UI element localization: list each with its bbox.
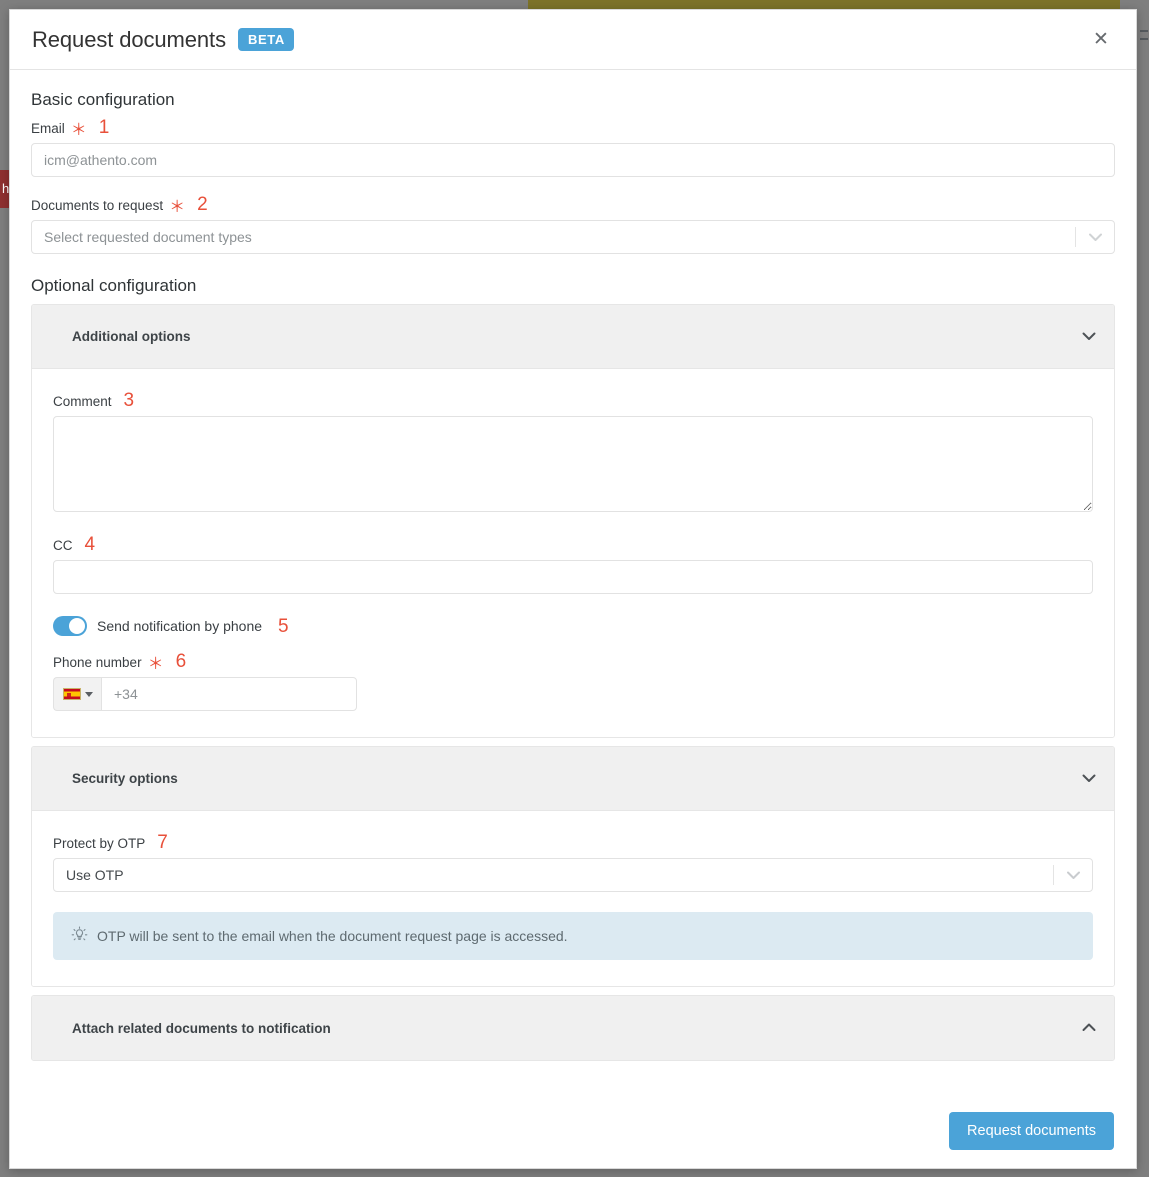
- attach-related-documents-header[interactable]: Attach related documents to notification: [32, 996, 1114, 1060]
- documents-field-group: Documents to request ＊ 2 Select requeste…: [31, 195, 1115, 254]
- security-options-title: Security options: [72, 771, 178, 786]
- spain-flag-icon: [63, 688, 81, 700]
- annotation-2: 2: [197, 195, 208, 214]
- send-notification-by-phone-row: Send notification by phone 5: [53, 616, 1093, 636]
- send-notification-toggle[interactable]: [53, 616, 87, 636]
- email-input[interactable]: [31, 143, 1115, 177]
- request-documents-button[interactable]: Request documents: [949, 1112, 1114, 1150]
- annotation-4: 4: [85, 535, 96, 554]
- additional-options-body: Comment 3 CC 4: [32, 369, 1114, 737]
- request-documents-modal: Request documents BETA ✕ Basic configura…: [9, 9, 1137, 1169]
- security-options-header[interactable]: Security options: [32, 747, 1114, 811]
- comment-field-group: Comment 3: [53, 391, 1093, 517]
- attach-related-documents-panel: Attach related documents to notification: [31, 995, 1115, 1061]
- chevron-up-icon: [1082, 1019, 1096, 1037]
- screen: h Request documents BETA ✕ Basic configu…: [0, 0, 1149, 1177]
- chevron-down-icon: [1082, 770, 1096, 788]
- modal-header: Request documents BETA ✕: [10, 10, 1136, 70]
- protect-by-otp-selected-value: Use OTP: [66, 867, 1053, 883]
- annotation-7: 7: [157, 833, 168, 852]
- cc-input[interactable]: [53, 560, 1093, 594]
- protect-by-otp-label: Protect by OTP: [53, 836, 145, 851]
- phone-number-label-row: Phone number ＊ 6: [53, 652, 1093, 671]
- chevron-down-icon: [1082, 328, 1096, 346]
- email-field-group: Email ＊ 1: [31, 118, 1115, 177]
- cc-field-group: CC 4: [53, 535, 1093, 594]
- additional-options-title: Additional options: [72, 329, 190, 344]
- lightbulb-icon: [71, 926, 88, 946]
- documents-select[interactable]: Select requested document types: [31, 220, 1115, 254]
- phone-input-row: [53, 677, 1093, 711]
- close-icon[interactable]: ✕: [1088, 27, 1114, 53]
- required-asterisk-icon: ＊: [148, 657, 164, 673]
- annotation-6: 6: [176, 652, 187, 671]
- beta-badge: BETA: [238, 28, 294, 51]
- send-notification-label: Send notification by phone: [97, 618, 262, 634]
- annotation-1: 1: [99, 118, 110, 137]
- protect-by-otp-label-row: Protect by OTP 7: [53, 833, 1093, 852]
- protect-by-otp-group: Protect by OTP 7 Use OTP: [53, 833, 1093, 892]
- comment-label: Comment: [53, 394, 112, 409]
- additional-options-panel: Additional options Comment 3: [31, 304, 1115, 738]
- required-asterisk-icon: ＊: [71, 123, 87, 139]
- documents-label-row: Documents to request ＊ 2: [31, 195, 1115, 214]
- attach-related-documents-title: Attach related documents to notification: [72, 1021, 331, 1036]
- chevron-down-icon: [1076, 233, 1114, 242]
- toggle-knob: [69, 618, 85, 634]
- phone-number-label: Phone number: [53, 655, 142, 670]
- phone-number-input[interactable]: [101, 677, 357, 711]
- additional-options-header[interactable]: Additional options: [32, 305, 1114, 369]
- modal-body: Basic configuration Email ＊ 1 Documents …: [10, 70, 1136, 1098]
- email-label: Email: [31, 121, 65, 136]
- comment-textarea[interactable]: [53, 416, 1093, 512]
- security-options-panel: Security options Protect by OTP 7 Use OT…: [31, 746, 1115, 987]
- caret-down-icon: [85, 692, 93, 697]
- phone-number-field-group: Phone number ＊ 6: [53, 652, 1093, 711]
- cc-label-row: CC 4: [53, 535, 1093, 554]
- optional-configuration-heading: Optional configuration: [31, 276, 1115, 296]
- documents-select-placeholder: Select requested document types: [44, 229, 1075, 245]
- modal-footer: Request documents: [10, 1098, 1136, 1168]
- security-options-body: Protect by OTP 7 Use OTP: [32, 811, 1114, 986]
- chevron-down-icon: [1054, 871, 1092, 880]
- email-label-row: Email ＊ 1: [31, 118, 1115, 137]
- required-asterisk-icon: ＊: [169, 200, 185, 216]
- annotation-5: 5: [278, 617, 289, 636]
- comment-label-row: Comment 3: [53, 391, 1093, 410]
- documents-label: Documents to request: [31, 198, 163, 213]
- otp-info-banner: OTP will be sent to the email when the d…: [53, 912, 1093, 960]
- otp-info-text: OTP will be sent to the email when the d…: [97, 928, 568, 944]
- protect-by-otp-select[interactable]: Use OTP: [53, 858, 1093, 892]
- country-selector[interactable]: [53, 677, 101, 711]
- page-title: Request documents: [32, 27, 226, 53]
- cc-label: CC: [53, 538, 73, 553]
- annotation-3: 3: [124, 391, 135, 410]
- basic-configuration-heading: Basic configuration: [31, 90, 1115, 110]
- background-right-edge: [1137, 0, 1149, 1177]
